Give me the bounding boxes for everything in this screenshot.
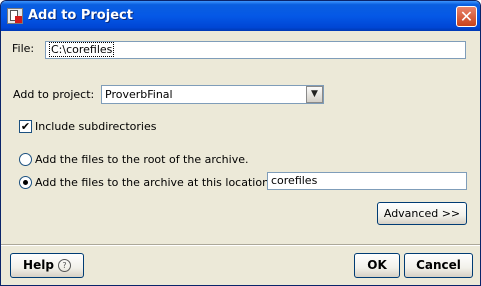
file-path-value: C:\corefiles: [49, 42, 115, 57]
project-selected-value: ProverbFinal: [105, 88, 173, 101]
include-subdirectories-label[interactable]: Include subdirectories: [35, 120, 156, 134]
close-button[interactable]: ✕: [456, 6, 477, 27]
radio-add-to-root-label[interactable]: Add the files to the root of the archive…: [35, 153, 248, 167]
radio-selected-dot: [23, 180, 28, 185]
question-mark-icon: ?: [57, 259, 71, 272]
help-button-label: Help: [23, 258, 54, 272]
app-icon: [7, 8, 23, 24]
add-to-project-dialog: Add to Project ✕ File: C:\corefiles Add …: [0, 0, 481, 286]
include-subdirectories-checkbox[interactable]: ✔: [19, 120, 32, 133]
archive-location-value: corefiles: [271, 174, 318, 187]
check-icon: ✔: [20, 120, 31, 133]
title-bar[interactable]: Add to Project ✕: [1, 1, 480, 31]
file-label: File:: [12, 42, 35, 55]
chevron-down-icon[interactable]: ▼: [306, 86, 323, 103]
project-select[interactable]: ProverbFinal ▼: [101, 85, 324, 104]
footer-separator: [1, 244, 480, 246]
close-icon: ✕: [459, 7, 474, 26]
radio-add-to-location[interactable]: [19, 176, 32, 189]
advanced-button[interactable]: Advanced >>: [377, 202, 467, 225]
cancel-button[interactable]: Cancel: [404, 253, 473, 278]
radio-add-to-location-label[interactable]: Add the files to the archive at this loc…: [35, 176, 273, 190]
file-path-input[interactable]: C:\corefiles: [45, 41, 466, 59]
radio-add-to-root[interactable]: [19, 153, 32, 166]
window-title: Add to Project: [28, 8, 133, 23]
ok-button[interactable]: OK: [354, 253, 400, 278]
dialog-body: File: C:\corefiles Add to project: Prove…: [1, 31, 480, 285]
help-button[interactable]: Help?: [10, 253, 84, 278]
project-label: Add to project:: [13, 88, 95, 101]
archive-location-input[interactable]: corefiles: [267, 172, 467, 190]
